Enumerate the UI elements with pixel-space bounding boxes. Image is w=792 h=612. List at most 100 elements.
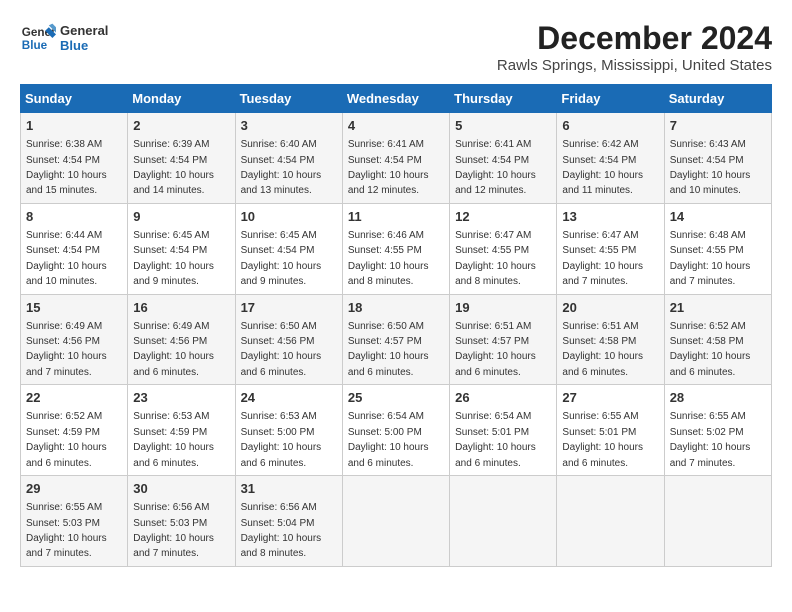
logo: General Blue General Blue: [20, 20, 108, 56]
day-info: Sunrise: 6:48 AMSunset: 4:55 PMDaylight:…: [670, 230, 751, 287]
day-info: Sunrise: 6:43 AMSunset: 4:54 PMDaylight:…: [670, 139, 751, 196]
calendar-day-cell: 21 Sunrise: 6:52 AMSunset: 4:58 PMDaylig…: [664, 294, 771, 385]
day-info: Sunrise: 6:41 AMSunset: 4:54 PMDaylight:…: [455, 139, 536, 196]
calendar-day-cell: [557, 476, 664, 567]
calendar-day-cell: [664, 476, 771, 567]
day-info: Sunrise: 6:56 AMSunset: 5:03 PMDaylight:…: [133, 502, 214, 559]
calendar-day-cell: 29 Sunrise: 6:55 AMSunset: 5:03 PMDaylig…: [21, 476, 128, 567]
calendar-day-cell: 5 Sunrise: 6:41 AMSunset: 4:54 PMDayligh…: [450, 113, 557, 204]
calendar-day-cell: 23 Sunrise: 6:53 AMSunset: 4:59 PMDaylig…: [128, 385, 235, 476]
weekday-header: Wednesday: [342, 85, 449, 113]
weekday-header: Sunday: [21, 85, 128, 113]
calendar-day-cell: 25 Sunrise: 6:54 AMSunset: 5:00 PMDaylig…: [342, 385, 449, 476]
weekday-header: Saturday: [664, 85, 771, 113]
day-info: Sunrise: 6:44 AMSunset: 4:54 PMDaylight:…: [26, 230, 107, 287]
day-info: Sunrise: 6:51 AMSunset: 4:57 PMDaylight:…: [455, 321, 536, 378]
day-number: 25: [348, 389, 444, 407]
day-number: 22: [26, 389, 122, 407]
day-number: 6: [562, 117, 658, 135]
weekday-header: Thursday: [450, 85, 557, 113]
day-info: Sunrise: 6:55 AMSunset: 5:01 PMDaylight:…: [562, 411, 643, 468]
svg-text:Blue: Blue: [22, 39, 48, 52]
day-info: Sunrise: 6:53 AMSunset: 4:59 PMDaylight:…: [133, 411, 214, 468]
day-number: 10: [241, 208, 337, 226]
day-info: Sunrise: 6:49 AMSunset: 4:56 PMDaylight:…: [26, 321, 107, 378]
day-info: Sunrise: 6:54 AMSunset: 5:01 PMDaylight:…: [455, 411, 536, 468]
day-info: Sunrise: 6:53 AMSunset: 5:00 PMDaylight:…: [241, 411, 322, 468]
calendar-day-cell: 24 Sunrise: 6:53 AMSunset: 5:00 PMDaylig…: [235, 385, 342, 476]
logo-icon: General Blue: [20, 20, 56, 56]
weekday-header: Friday: [557, 85, 664, 113]
day-number: 14: [670, 208, 766, 226]
day-number: 5: [455, 117, 551, 135]
calendar-day-cell: 18 Sunrise: 6:50 AMSunset: 4:57 PMDaylig…: [342, 294, 449, 385]
calendar-day-cell: 15 Sunrise: 6:49 AMSunset: 4:56 PMDaylig…: [21, 294, 128, 385]
day-info: Sunrise: 6:42 AMSunset: 4:54 PMDaylight:…: [562, 139, 643, 196]
calendar-day-cell: [450, 476, 557, 567]
day-number: 15: [26, 299, 122, 317]
day-number: 16: [133, 299, 229, 317]
calendar-day-cell: 22 Sunrise: 6:52 AMSunset: 4:59 PMDaylig…: [21, 385, 128, 476]
day-info: Sunrise: 6:47 AMSunset: 4:55 PMDaylight:…: [562, 230, 643, 287]
calendar-week-row: 1 Sunrise: 6:38 AMSunset: 4:54 PMDayligh…: [21, 113, 772, 204]
day-number: 12: [455, 208, 551, 226]
day-info: Sunrise: 6:52 AMSunset: 4:59 PMDaylight:…: [26, 411, 107, 468]
calendar-day-cell: 16 Sunrise: 6:49 AMSunset: 4:56 PMDaylig…: [128, 294, 235, 385]
day-info: Sunrise: 6:50 AMSunset: 4:56 PMDaylight:…: [241, 321, 322, 378]
day-number: 7: [670, 117, 766, 135]
calendar-week-row: 22 Sunrise: 6:52 AMSunset: 4:59 PMDaylig…: [21, 385, 772, 476]
day-info: Sunrise: 6:49 AMSunset: 4:56 PMDaylight:…: [133, 321, 214, 378]
calendar-day-cell: 30 Sunrise: 6:56 AMSunset: 5:03 PMDaylig…: [128, 476, 235, 567]
day-number: 27: [562, 389, 658, 407]
calendar-week-row: 15 Sunrise: 6:49 AMSunset: 4:56 PMDaylig…: [21, 294, 772, 385]
day-number: 1: [26, 117, 122, 135]
day-info: Sunrise: 6:55 AMSunset: 5:03 PMDaylight:…: [26, 502, 107, 559]
day-info: Sunrise: 6:40 AMSunset: 4:54 PMDaylight:…: [241, 139, 322, 196]
day-number: 31: [241, 480, 337, 498]
calendar-day-cell: 31 Sunrise: 6:56 AMSunset: 5:04 PMDaylig…: [235, 476, 342, 567]
day-number: 26: [455, 389, 551, 407]
day-number: 8: [26, 208, 122, 226]
day-number: 13: [562, 208, 658, 226]
day-number: 2: [133, 117, 229, 135]
calendar-day-cell: 3 Sunrise: 6:40 AMSunset: 4:54 PMDayligh…: [235, 113, 342, 204]
day-info: Sunrise: 6:38 AMSunset: 4:54 PMDaylight:…: [26, 139, 107, 196]
day-info: Sunrise: 6:54 AMSunset: 5:00 PMDaylight:…: [348, 411, 429, 468]
page-header: General Blue General Blue December 2024 …: [20, 20, 772, 74]
day-info: Sunrise: 6:39 AMSunset: 4:54 PMDaylight:…: [133, 139, 214, 196]
day-info: Sunrise: 6:46 AMSunset: 4:55 PMDaylight:…: [348, 230, 429, 287]
calendar-day-cell: [342, 476, 449, 567]
day-number: 3: [241, 117, 337, 135]
day-number: 29: [26, 480, 122, 498]
day-number: 28: [670, 389, 766, 407]
calendar-day-cell: 19 Sunrise: 6:51 AMSunset: 4:57 PMDaylig…: [450, 294, 557, 385]
day-number: 19: [455, 299, 551, 317]
calendar-day-cell: 14 Sunrise: 6:48 AMSunset: 4:55 PMDaylig…: [664, 203, 771, 294]
calendar-header-row: SundayMondayTuesdayWednesdayThursdayFrid…: [21, 85, 772, 113]
day-info: Sunrise: 6:50 AMSunset: 4:57 PMDaylight:…: [348, 321, 429, 378]
calendar-day-cell: 7 Sunrise: 6:43 AMSunset: 4:54 PMDayligh…: [664, 113, 771, 204]
day-info: Sunrise: 6:45 AMSunset: 4:54 PMDaylight:…: [133, 230, 214, 287]
day-number: 18: [348, 299, 444, 317]
day-number: 23: [133, 389, 229, 407]
calendar-day-cell: 9 Sunrise: 6:45 AMSunset: 4:54 PMDayligh…: [128, 203, 235, 294]
day-number: 17: [241, 299, 337, 317]
day-info: Sunrise: 6:52 AMSunset: 4:58 PMDaylight:…: [670, 321, 751, 378]
calendar-day-cell: 11 Sunrise: 6:46 AMSunset: 4:55 PMDaylig…: [342, 203, 449, 294]
logo-line2: Blue: [60, 38, 108, 53]
day-number: 20: [562, 299, 658, 317]
calendar-week-row: 29 Sunrise: 6:55 AMSunset: 5:03 PMDaylig…: [21, 476, 772, 567]
day-info: Sunrise: 6:41 AMSunset: 4:54 PMDaylight:…: [348, 139, 429, 196]
calendar-day-cell: 26 Sunrise: 6:54 AMSunset: 5:01 PMDaylig…: [450, 385, 557, 476]
day-info: Sunrise: 6:55 AMSunset: 5:02 PMDaylight:…: [670, 411, 751, 468]
calendar-day-cell: 13 Sunrise: 6:47 AMSunset: 4:55 PMDaylig…: [557, 203, 664, 294]
calendar-day-cell: 4 Sunrise: 6:41 AMSunset: 4:54 PMDayligh…: [342, 113, 449, 204]
day-info: Sunrise: 6:51 AMSunset: 4:58 PMDaylight:…: [562, 321, 643, 378]
day-info: Sunrise: 6:47 AMSunset: 4:55 PMDaylight:…: [455, 230, 536, 287]
calendar-day-cell: 20 Sunrise: 6:51 AMSunset: 4:58 PMDaylig…: [557, 294, 664, 385]
day-number: 21: [670, 299, 766, 317]
calendar-table: SundayMondayTuesdayWednesdayThursdayFrid…: [20, 84, 772, 567]
logo-line1: General: [60, 23, 108, 38]
day-info: Sunrise: 6:45 AMSunset: 4:54 PMDaylight:…: [241, 230, 322, 287]
day-info: Sunrise: 6:56 AMSunset: 5:04 PMDaylight:…: [241, 502, 322, 559]
